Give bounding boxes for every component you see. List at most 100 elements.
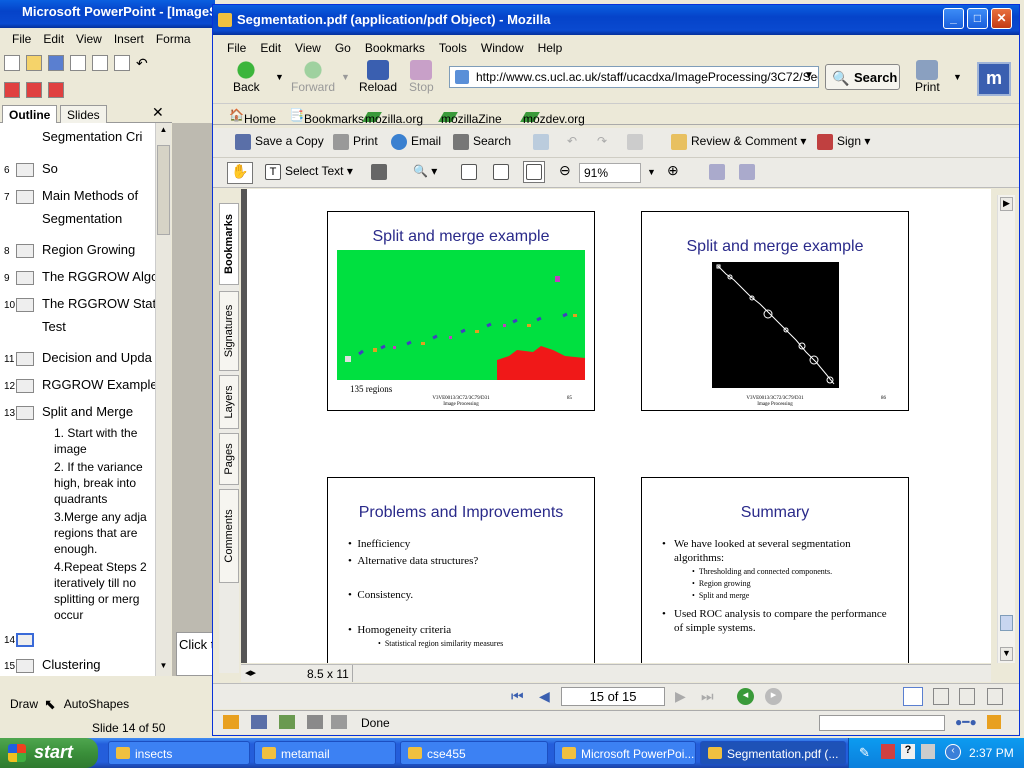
scroll-down-icon[interactable]: ▼ <box>157 661 170 673</box>
ppt-menu-view[interactable]: View <box>76 32 102 46</box>
print-button[interactable]: Print <box>915 60 940 94</box>
tab-bookmarks[interactable]: Bookmarks <box>219 203 239 285</box>
pointer-icon[interactable]: ⬉ <box>44 696 56 713</box>
forward-button[interactable]: Forward <box>291 60 335 94</box>
zoom-in-icon[interactable]: ⊕ <box>667 162 679 179</box>
page-number-field[interactable]: 15 of 15 <box>561 687 665 706</box>
continuous-icon[interactable] <box>933 688 949 705</box>
url-dropdown-icon[interactable]: ▼ <box>804 70 814 81</box>
rotate-right-icon[interactable] <box>739 164 759 180</box>
taskbar-cse455[interactable]: cse455 <box>400 741 548 765</box>
network-icon[interactable] <box>921 744 935 759</box>
actual-size-icon[interactable] <box>461 164 481 180</box>
taskbar-segmentation-pdf[interactable]: Segmentation.pdf (... <box>700 741 846 765</box>
sign-button[interactable]: Sign ▾ <box>817 134 870 150</box>
taskbar-powerpoint[interactable]: Microsoft PowerPoi... <box>554 741 696 765</box>
reload-button[interactable]: Reload <box>359 60 397 94</box>
zoom-dropdown-icon[interactable]: ▼ <box>647 167 656 177</box>
ppt-menu-file[interactable]: File <box>12 32 31 46</box>
fit-width-icon[interactable] <box>523 161 545 183</box>
url-field[interactable]: http://www.cs.ucl.ac.uk/staff/ucacdxa/Im… <box>449 66 819 88</box>
forward-dropdown-icon[interactable]: ▼ <box>341 72 350 82</box>
moz-titlebar[interactable]: Segmentation.pdf (application/pdf Object… <box>213 5 1019 35</box>
save-icon[interactable] <box>48 55 64 71</box>
split-handle-icon[interactable]: ◂▸ <box>245 666 256 679</box>
print-dropdown-icon[interactable]: ▼ <box>953 72 962 82</box>
mozilla-logo-icon[interactable]: m <box>977 62 1011 96</box>
fit-page-icon[interactable] <box>493 164 513 180</box>
notes-pane[interactable]: Click t <box>176 632 216 676</box>
help-icon[interactable]: ? <box>901 744 915 759</box>
close-button[interactable]: ✕ <box>991 8 1012 29</box>
spellcheck-icon[interactable] <box>533 134 553 150</box>
menu-tools[interactable]: Tools <box>439 41 467 55</box>
select-text-button[interactable]: T Select Text ▾ <box>265 164 353 180</box>
tab-comments[interactable]: Comments <box>219 489 239 583</box>
email-button[interactable]: Email <box>391 134 441 150</box>
tray-alert-icon[interactable] <box>881 744 895 759</box>
minimize-button[interactable]: _ <box>943 8 964 29</box>
stop-button[interactable]: Stop <box>409 60 434 94</box>
maximize-button[interactable]: □ <box>967 8 988 29</box>
start-button[interactable]: start <box>0 738 98 768</box>
addressbook-icon[interactable] <box>307 715 323 729</box>
menu-help[interactable]: Help <box>538 41 563 55</box>
last-page-icon[interactable]: ⏭ <box>701 688 714 705</box>
previous-page-icon[interactable]: ◀ <box>539 688 550 705</box>
tab-slides[interactable]: Slides <box>60 105 107 124</box>
zoom-field[interactable]: 91% <box>579 163 641 183</box>
online-icon[interactable]: ●━● <box>955 715 977 729</box>
hand-tool-icon[interactable]: ✋ <box>227 162 253 184</box>
pdf-convert-icon[interactable] <box>4 82 20 98</box>
bookmark-home[interactable]: 🏠 Home <box>229 108 276 126</box>
pdf-vertical-scrollbar[interactable]: ▶ ▼ <box>997 195 1015 663</box>
composer-icon[interactable] <box>279 715 295 729</box>
menu-edit[interactable]: Edit <box>260 41 281 55</box>
redo-icon[interactable]: ↷ <box>597 134 607 148</box>
pdf-horizontal-scrollbar[interactable]: ◂▸ 8.5 x 11 in <box>241 664 991 695</box>
go-forward-view-icon[interactable]: ▸ <box>765 688 782 705</box>
review-comment-button[interactable]: Review & Comment ▾ <box>671 134 806 150</box>
pdf-scroll-thumb[interactable] <box>1000 615 1013 631</box>
next-page-icon[interactable]: ▶ <box>675 688 686 705</box>
mail-icon[interactable] <box>251 715 267 729</box>
ppt-titlebar[interactable]: Microsoft PowerPoint - [ImageS <box>0 0 215 28</box>
print-icon[interactable] <box>70 55 86 71</box>
pdf-email-icon[interactable] <box>26 82 42 98</box>
zoom-in-tool-icon[interactable]: 🔍 ▾ <box>413 164 437 178</box>
scroll-up-icon[interactable]: ▲ <box>157 125 170 137</box>
undo-icon[interactable]: ↶ <box>567 134 577 148</box>
rotate-left-icon[interactable] <box>709 164 729 180</box>
continuous-facing-icon[interactable] <box>987 688 1003 705</box>
tray-tool-icon[interactable]: ✎ <box>859 745 870 761</box>
undo-icon[interactable]: ↶ <box>136 55 152 71</box>
menu-file[interactable]: File <box>227 41 246 55</box>
tab-outline[interactable]: Outline <box>2 105 58 124</box>
lock-icon[interactable] <box>987 715 1001 729</box>
tab-signatures[interactable]: Signatures <box>219 291 239 371</box>
tab-pages[interactable]: Pages <box>219 433 239 485</box>
chat-icon[interactable] <box>331 715 347 729</box>
scroll-up-icon[interactable]: ▶ <box>1000 197 1013 211</box>
menu-go[interactable]: Go <box>335 41 351 55</box>
back-button[interactable]: Back <box>233 60 260 94</box>
draw-menu[interactable]: Draw <box>10 697 38 711</box>
ppt-menu-edit[interactable]: Edit <box>43 32 64 46</box>
outline-scrollbar[interactable]: ▲ ▼ <box>155 123 171 676</box>
taskbar-insects[interactable]: insects <box>108 741 250 765</box>
pdf-print-button[interactable]: Print <box>333 134 378 150</box>
scroll-down-icon[interactable]: ▼ <box>1000 647 1013 661</box>
clipboard-icon[interactable] <box>627 134 647 150</box>
tab-layers[interactable]: Layers <box>219 375 239 429</box>
outline-scroll-thumb[interactable] <box>157 145 170 235</box>
search-button[interactable]: 🔍 Search <box>825 64 900 90</box>
ppt-menu-format[interactable]: Forma <box>156 32 191 46</box>
outline-pane[interactable]: Segmentation Cri 6 So 7 Main Methods of Segme… <box>0 123 155 676</box>
pdf-search-button[interactable]: Search <box>453 134 511 150</box>
ppt-menu-insert[interactable]: Insert <box>114 32 144 46</box>
snapshot-icon[interactable] <box>371 164 391 180</box>
close-pane-icon[interactable]: ✕ <box>152 104 164 121</box>
open-icon[interactable] <box>26 55 42 71</box>
new-icon[interactable] <box>4 55 20 71</box>
pdf-review-icon[interactable] <box>48 82 64 98</box>
